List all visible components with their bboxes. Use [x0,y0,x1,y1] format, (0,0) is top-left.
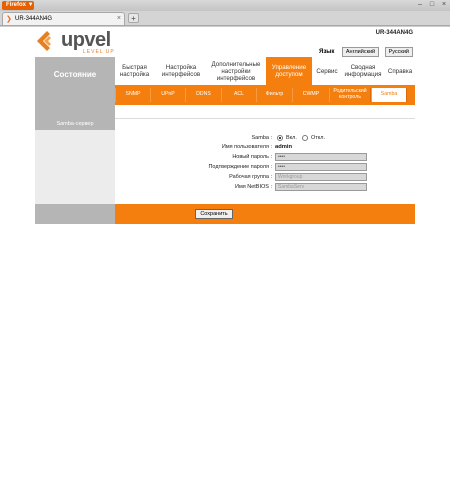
language-selector: Язык Английский Русский [319,43,413,57]
samba-on-label: Вкл. [286,135,297,141]
nav-advanced-setup[interactable]: Дополнительные настройки интерфейсов [206,57,266,85]
minimize-icon[interactable]: – [416,1,424,9]
logo-tagline: LEVEL UP [83,49,115,55]
new-password-label: Новый пароль : [232,154,272,160]
username-value: admin [275,144,293,150]
subnav-ddns[interactable]: DDNS [185,88,222,102]
confirm-password-label: Подтверждение пароля : [208,164,272,170]
section-sidebar [35,130,115,204]
samba-label: Samba : [251,135,272,141]
nav-interface-setup[interactable]: Настройка интерфейсов [156,57,206,85]
tab-close-icon[interactable]: × [117,14,121,23]
username-label: Имя пользователя : [221,144,272,150]
netbios-row: Имя NetBIOS : SambaServ [115,183,415,192]
nav-status-summary[interactable]: Сводная информация [341,57,385,85]
browser-tab[interactable]: ❯ UR-344AN4G × [2,12,125,25]
firefox-menu-button[interactable]: Firefox ▼ [2,1,34,10]
maximize-icon[interactable]: □ [428,1,436,9]
workgroup-row: Рабочая группа : Workgroup [115,173,415,182]
browser-tabbar: ❯ UR-344AN4G × + [0,11,450,26]
confirm-password-field[interactable]: •••• [275,163,367,171]
workgroup-label: Рабочая группа : [229,174,272,180]
new-password-field[interactable]: •••• [275,153,367,161]
router-admin-page: upvel LEVEL UP UR-344AN4G Язык Английски… [35,27,415,227]
footer-sidebar [35,204,115,224]
new-password-row: Новый пароль : •••• [115,153,415,162]
save-button[interactable]: Сохранить [195,209,233,219]
samba-form: Samba : Вкл. Откл. Имя пользователя : ad… [115,130,415,204]
confirm-password-row: Подтверждение пароля : •••• [115,163,415,172]
samba-on-radio[interactable] [277,135,283,141]
section-title: Samba-сервер [35,118,115,130]
upvel-favicon-icon: ❯ [6,16,12,23]
subnav-samba[interactable]: Samba [371,88,407,102]
username-row: Имя пользователя : admin [115,143,415,152]
samba-toggle-row: Samba : Вкл. Откл. [115,134,415,143]
subnav-cwmp[interactable]: CWMP [292,88,330,102]
netbios-field[interactable]: SambaServ [275,183,367,191]
upvel-logo: upvel LEVEL UP [37,29,122,55]
samba-off-label: Откл. [311,135,326,141]
tab-title: UR-344AN4G [15,16,53,22]
nav-maintenance[interactable]: Сервис [313,57,341,85]
nav-quick-setup[interactable]: Быстрая настройка [115,57,154,85]
page-content: upvel LEVEL UP UR-344AN4G Язык Английски… [0,26,450,501]
workgroup-field[interactable]: Workgroup [275,173,367,181]
lang-english-button[interactable]: Английский [341,46,380,57]
footer-bar [115,204,415,224]
browser-titlebar: Firefox ▼ – □ × [0,0,450,11]
subnav-snmp[interactable]: SNMP [115,88,151,102]
subnav-filter[interactable]: Фильтр [256,88,293,102]
nav-access-management[interactable]: Управление доступом [266,57,312,85]
netbios-label: Имя NetBIOS : [235,184,272,190]
close-window-icon[interactable]: × [440,1,448,9]
samba-off-radio[interactable] [302,135,308,141]
lang-russian-button[interactable]: Русский [384,46,413,57]
device-model: UR-344AN4G [375,30,413,36]
subnav-parental-control[interactable]: Родительский контроль [329,88,371,102]
nav-help[interactable]: Справка [385,57,415,85]
subnav-upnp[interactable]: UPnP [150,88,186,102]
subnav-acl[interactable]: ACL [221,88,257,102]
new-tab-button[interactable]: + [128,13,139,23]
language-label: Язык [319,48,335,55]
section-divider [115,118,415,119]
upvel-logo-icon [37,31,51,51]
status-label: Состояние [53,70,97,79]
